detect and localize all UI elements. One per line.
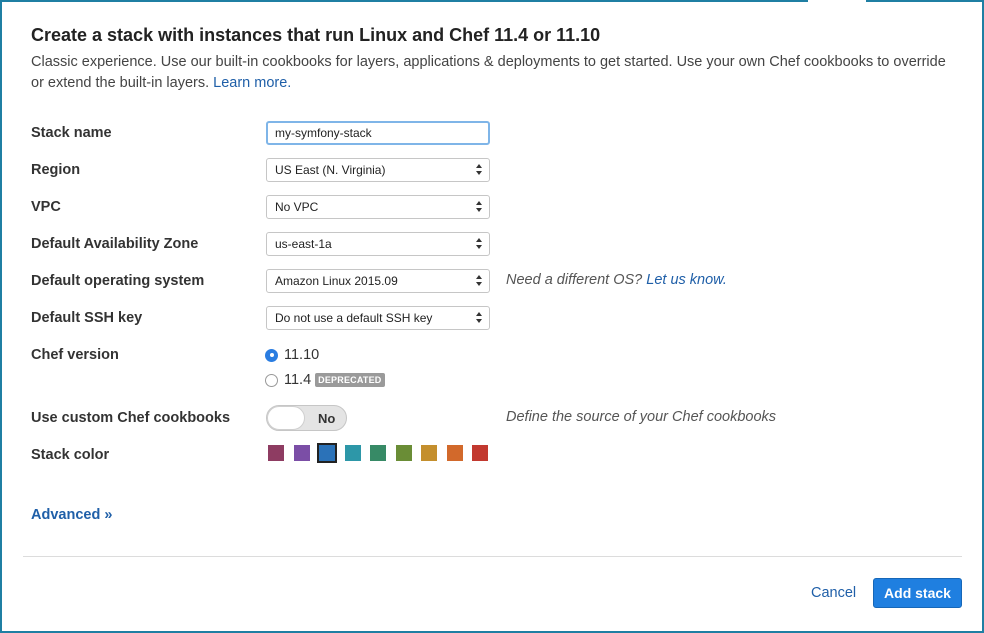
- stack-name-input[interactable]: [266, 121, 490, 145]
- footer-divider: [23, 556, 962, 557]
- select-arrows-icon: [476, 274, 483, 288]
- select-arrows-icon: [476, 163, 483, 177]
- custom-cookbooks-hint: Define the source of your Chef cookbooks: [506, 409, 777, 425]
- color-swatch[interactable]: [421, 445, 437, 461]
- select-arrows-icon: [476, 237, 483, 251]
- operating-system-select[interactable]: Amazon Linux 2015.09: [266, 269, 490, 293]
- ssh-key-select[interactable]: Do not use a default SSH key: [266, 306, 490, 330]
- color-swatch[interactable]: [293, 445, 310, 461]
- stack-color-label: Stack color: [31, 447, 110, 463]
- select-arrows-icon: [476, 200, 483, 214]
- color-swatch[interactable]: [344, 445, 361, 461]
- ssh-key-select-value: Do not use a default SSH key: [275, 311, 433, 325]
- radio-checked-icon[interactable]: [265, 348, 278, 362]
- description-text: Classic experience. Use our built-in coo…: [31, 54, 946, 91]
- vpc-label: VPC: [31, 199, 61, 215]
- chef-version-option-11-10[interactable]: 11.10: [265, 346, 319, 364]
- availability-zone-select[interactable]: us-east-1a: [266, 232, 490, 256]
- operating-system-label: Default operating system: [31, 273, 205, 289]
- color-swatch[interactable]: [268, 445, 284, 461]
- color-swatch[interactable]: [317, 443, 337, 463]
- region-select[interactable]: US East (N. Virginia): [266, 158, 490, 182]
- region-select-value: US East (N. Virginia): [275, 163, 386, 177]
- toggle-knob: [267, 406, 305, 430]
- frame-top-border: [0, 0, 808, 2]
- vpc-select-value: No VPC: [275, 200, 319, 214]
- vpc-select[interactable]: No VPC: [266, 195, 490, 219]
- operating-system-select-value: Amazon Linux 2015.09: [275, 274, 398, 288]
- ssh-key-label: Default SSH key: [31, 310, 143, 326]
- color-swatch[interactable]: [446, 445, 463, 461]
- chef-version-option-11-4[interactable]: 11.4 DEPRECATED: [265, 371, 385, 389]
- deprecated-badge: DEPRECATED: [315, 373, 385, 387]
- dialog-frame: [0, 0, 984, 633]
- color-swatch[interactable]: [395, 445, 412, 461]
- cancel-button[interactable]: Cancel: [811, 585, 856, 601]
- page-title: Create a stack with instances that run L…: [31, 25, 601, 45]
- availability-zone-label: Default Availability Zone: [31, 236, 199, 252]
- stack-name-label: Stack name: [31, 125, 112, 141]
- page-description: Classic experience. Use our built-in coo…: [31, 52, 956, 94]
- learn-more-link[interactable]: Learn more.: [213, 75, 291, 91]
- select-arrows-icon: [476, 311, 483, 325]
- add-stack-button[interactable]: Add stack: [873, 578, 962, 608]
- toggle-state-label: No: [318, 411, 336, 426]
- custom-cookbooks-label: Use custom Chef cookbooks: [31, 410, 231, 426]
- color-swatch[interactable]: [370, 445, 386, 461]
- chef-version-option-label: 11.4: [284, 372, 312, 388]
- custom-cookbooks-toggle[interactable]: No: [266, 405, 347, 431]
- chef-version-option-label: 11.10: [284, 347, 320, 363]
- availability-zone-select-value: us-east-1a: [275, 237, 332, 251]
- frame-top-border-right: [866, 0, 984, 2]
- region-label: Region: [31, 162, 81, 178]
- radio-unchecked-icon[interactable]: [265, 373, 278, 387]
- chef-version-label: Chef version: [31, 347, 119, 363]
- advanced-link[interactable]: Advanced »: [31, 507, 112, 523]
- os-hint-text: Need a different OS?: [506, 272, 643, 288]
- let-us-know-link[interactable]: Let us know.: [646, 272, 727, 288]
- os-hint: Need a different OS? Let us know.: [506, 272, 727, 288]
- color-swatch[interactable]: [472, 445, 488, 461]
